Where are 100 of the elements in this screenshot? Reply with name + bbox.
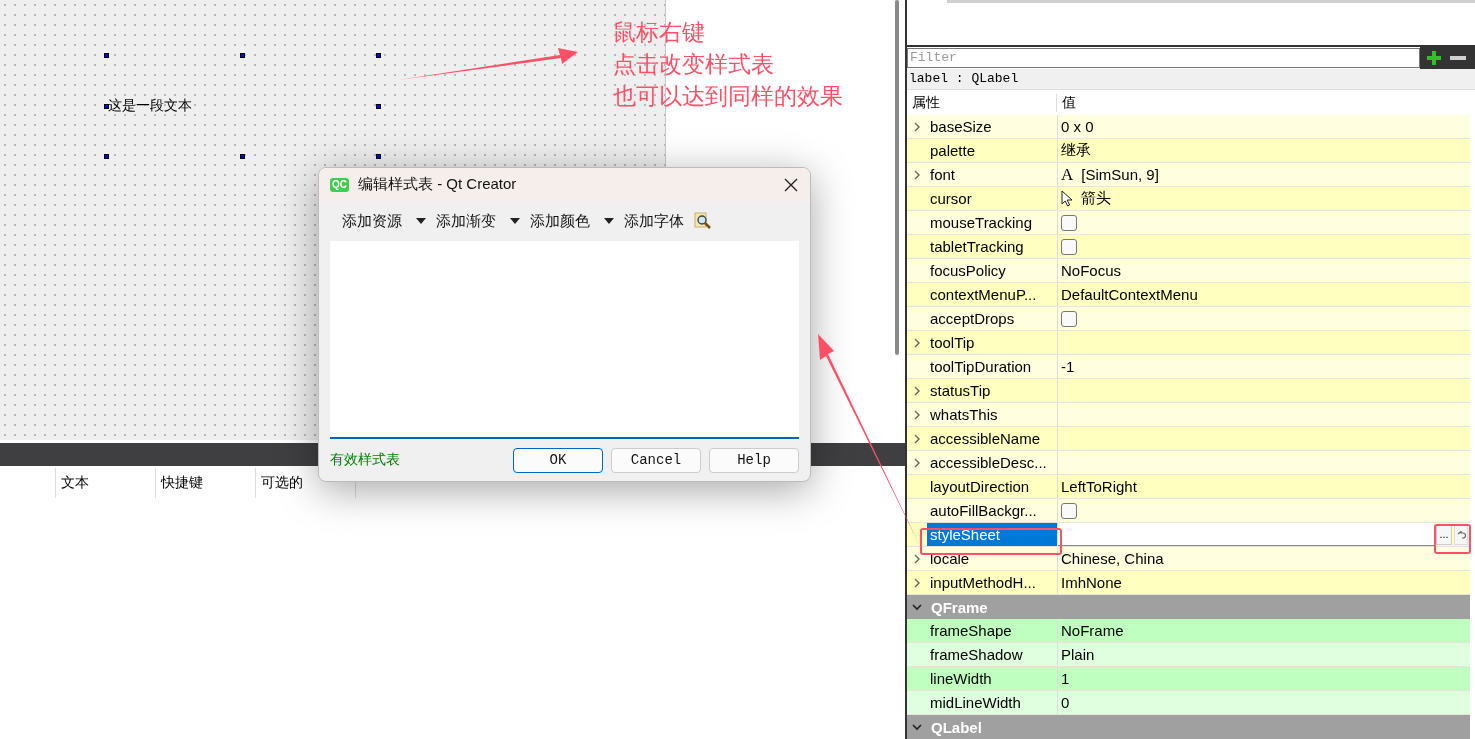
chevron-icon[interactable] (911, 721, 923, 733)
property-row[interactable]: whatsThis (907, 403, 1470, 427)
column-header[interactable]: 文本 (55, 468, 155, 498)
property-name[interactable]: midLineWidth (927, 692, 1024, 713)
selection-handle[interactable] (104, 103, 109, 109)
property-name[interactable]: whatsThis (927, 404, 1001, 425)
caret-icon[interactable] (510, 218, 520, 224)
property-row[interactable]: focusPolicy NoFocus (907, 259, 1470, 283)
dialog-button[interactable]: OK (513, 447, 603, 473)
property-value: NoFocus (1061, 262, 1122, 279)
property-name[interactable]: palette (927, 140, 979, 161)
property-name[interactable]: frameShape (927, 620, 1015, 641)
property-row[interactable]: font A [SimSun, 9] (907, 163, 1470, 187)
property-row[interactable]: baseSize 0 x 0 (907, 115, 1470, 139)
reset-button[interactable] (1454, 524, 1468, 545)
property-row[interactable]: acceptDrops (907, 307, 1470, 331)
selection-handle[interactable] (240, 154, 245, 159)
chevron-icon[interactable] (912, 408, 922, 421)
stylesheet-field[interactable] (1058, 523, 1434, 546)
property-name[interactable]: acceptDrops (927, 308, 1018, 329)
checkbox[interactable] (1061, 310, 1077, 327)
magnifier-icon[interactable] (694, 212, 712, 230)
chevron-icon[interactable] (912, 432, 922, 445)
property-row[interactable]: mouseTracking (907, 211, 1470, 235)
checkbox[interactable] (1061, 238, 1077, 255)
highlight-frame (1434, 524, 1471, 554)
caret-icon[interactable] (604, 218, 614, 224)
scrollbar-thumb[interactable] (947, 0, 1475, 3)
property-row[interactable]: layoutDirection LeftToRight (907, 475, 1470, 499)
edit-button[interactable]: ... (1436, 524, 1452, 545)
property-name[interactable]: accessibleName (927, 428, 1044, 449)
chevron-icon[interactable] (912, 168, 922, 181)
filter-field[interactable]: Filter (907, 47, 1420, 68)
property-row[interactable]: lineWidth 1 (907, 667, 1470, 691)
property-name[interactable]: toolTipDuration (927, 356, 1035, 377)
chevron-icon[interactable] (912, 384, 922, 397)
property-name[interactable]: focusPolicy (927, 260, 1009, 281)
checkbox[interactable] (1061, 502, 1077, 519)
property-row[interactable]: statusTip (907, 379, 1470, 403)
selection-handle[interactable] (376, 103, 381, 109)
selection-handle[interactable] (376, 154, 381, 159)
property-name[interactable]: tabletTracking (927, 236, 1027, 257)
property-name[interactable]: accessibleDesc... (927, 452, 1050, 473)
property-row[interactable]: frameShadow Plain (907, 643, 1470, 667)
chevron-icon[interactable] (912, 576, 922, 589)
property-name[interactable]: cursor (927, 188, 975, 209)
add-icon[interactable] (1426, 49, 1444, 66)
property-name[interactable]: lineWidth (927, 668, 995, 689)
property-name[interactable]: contextMenuP... (927, 284, 1040, 305)
property-name[interactable]: toolTip (927, 332, 978, 353)
selection-handle[interactable] (376, 53, 381, 58)
property-row[interactable]: accessibleDesc... (907, 451, 1470, 475)
close-icon[interactable] (784, 177, 798, 192)
chevron-icon[interactable] (912, 120, 922, 133)
property-row[interactable]: toolTipDuration -1 (907, 355, 1470, 379)
dialog-button[interactable]: Cancel (611, 447, 701, 473)
property-row[interactable]: palette 继承 (907, 139, 1470, 163)
property-name[interactable]: baseSize (927, 116, 995, 137)
selection-handle[interactable] (240, 53, 245, 58)
reset-icon[interactable] (1456, 530, 1466, 539)
property-row[interactable]: locale Chinese, China (907, 547, 1470, 571)
chevron-icon[interactable] (911, 601, 923, 613)
label-text[interactable]: 这是一段文本 (106, 96, 192, 115)
scrollbar-thumb[interactable] (895, 0, 899, 355)
remove-icon[interactable] (1450, 54, 1466, 61)
property-name[interactable]: statusTip (927, 380, 994, 401)
property-row[interactable]: inputMethodH... ImhNone (907, 571, 1470, 595)
property-name[interactable]: mouseTracking (927, 212, 1035, 233)
property-name[interactable]: locale (927, 548, 973, 569)
property-name[interactable]: frameShadow (927, 644, 1026, 665)
property-name[interactable]: font (927, 164, 959, 185)
dialog-button[interactable]: Help (709, 447, 799, 473)
column-header[interactable]: 值 (1057, 93, 1076, 112)
chevron-icon[interactable] (912, 552, 922, 565)
property-name[interactable]: inputMethodH... (927, 572, 1039, 593)
caret-icon[interactable] (416, 218, 426, 224)
column-header[interactable]: 快捷键 (155, 468, 255, 498)
property-row[interactable]: toolTip (907, 331, 1470, 355)
property-row[interactable]: contextMenuP... DefaultContextMenu (907, 283, 1470, 307)
chevron-icon[interactable] (912, 456, 922, 469)
property-name[interactable]: layoutDirection (927, 476, 1033, 497)
property-row[interactable]: frameShape NoFrame (907, 619, 1470, 643)
toolbar-button[interactable]: 添加字体 (624, 211, 684, 231)
property-row[interactable]: accessibleName (907, 427, 1470, 451)
toolbar-button[interactable]: 添加渐变 (436, 211, 520, 231)
column-header[interactable]: 属性 (907, 93, 1057, 112)
toolbar-button[interactable]: 添加颜色 (530, 211, 614, 231)
property-row[interactable]: cursor 箭头 (907, 187, 1470, 211)
selection-handle[interactable] (104, 154, 109, 159)
checkbox[interactable] (1061, 214, 1077, 231)
property-row[interactable]: autoFillBackgr... (907, 499, 1470, 523)
chevron-icon[interactable] (912, 336, 922, 349)
font-glyph: A (1061, 164, 1074, 185)
property-value: 箭头 (1081, 189, 1111, 208)
property-row[interactable]: tabletTracking (907, 235, 1470, 259)
property-row[interactable]: midLineWidth 0 (907, 691, 1470, 715)
selection-handle[interactable] (104, 53, 109, 58)
property-name[interactable]: autoFillBackgr... (927, 500, 1040, 521)
toolbar-button[interactable]: 添加资源 (342, 211, 426, 231)
property-name[interactable]: styleSheet (927, 523, 1057, 546)
